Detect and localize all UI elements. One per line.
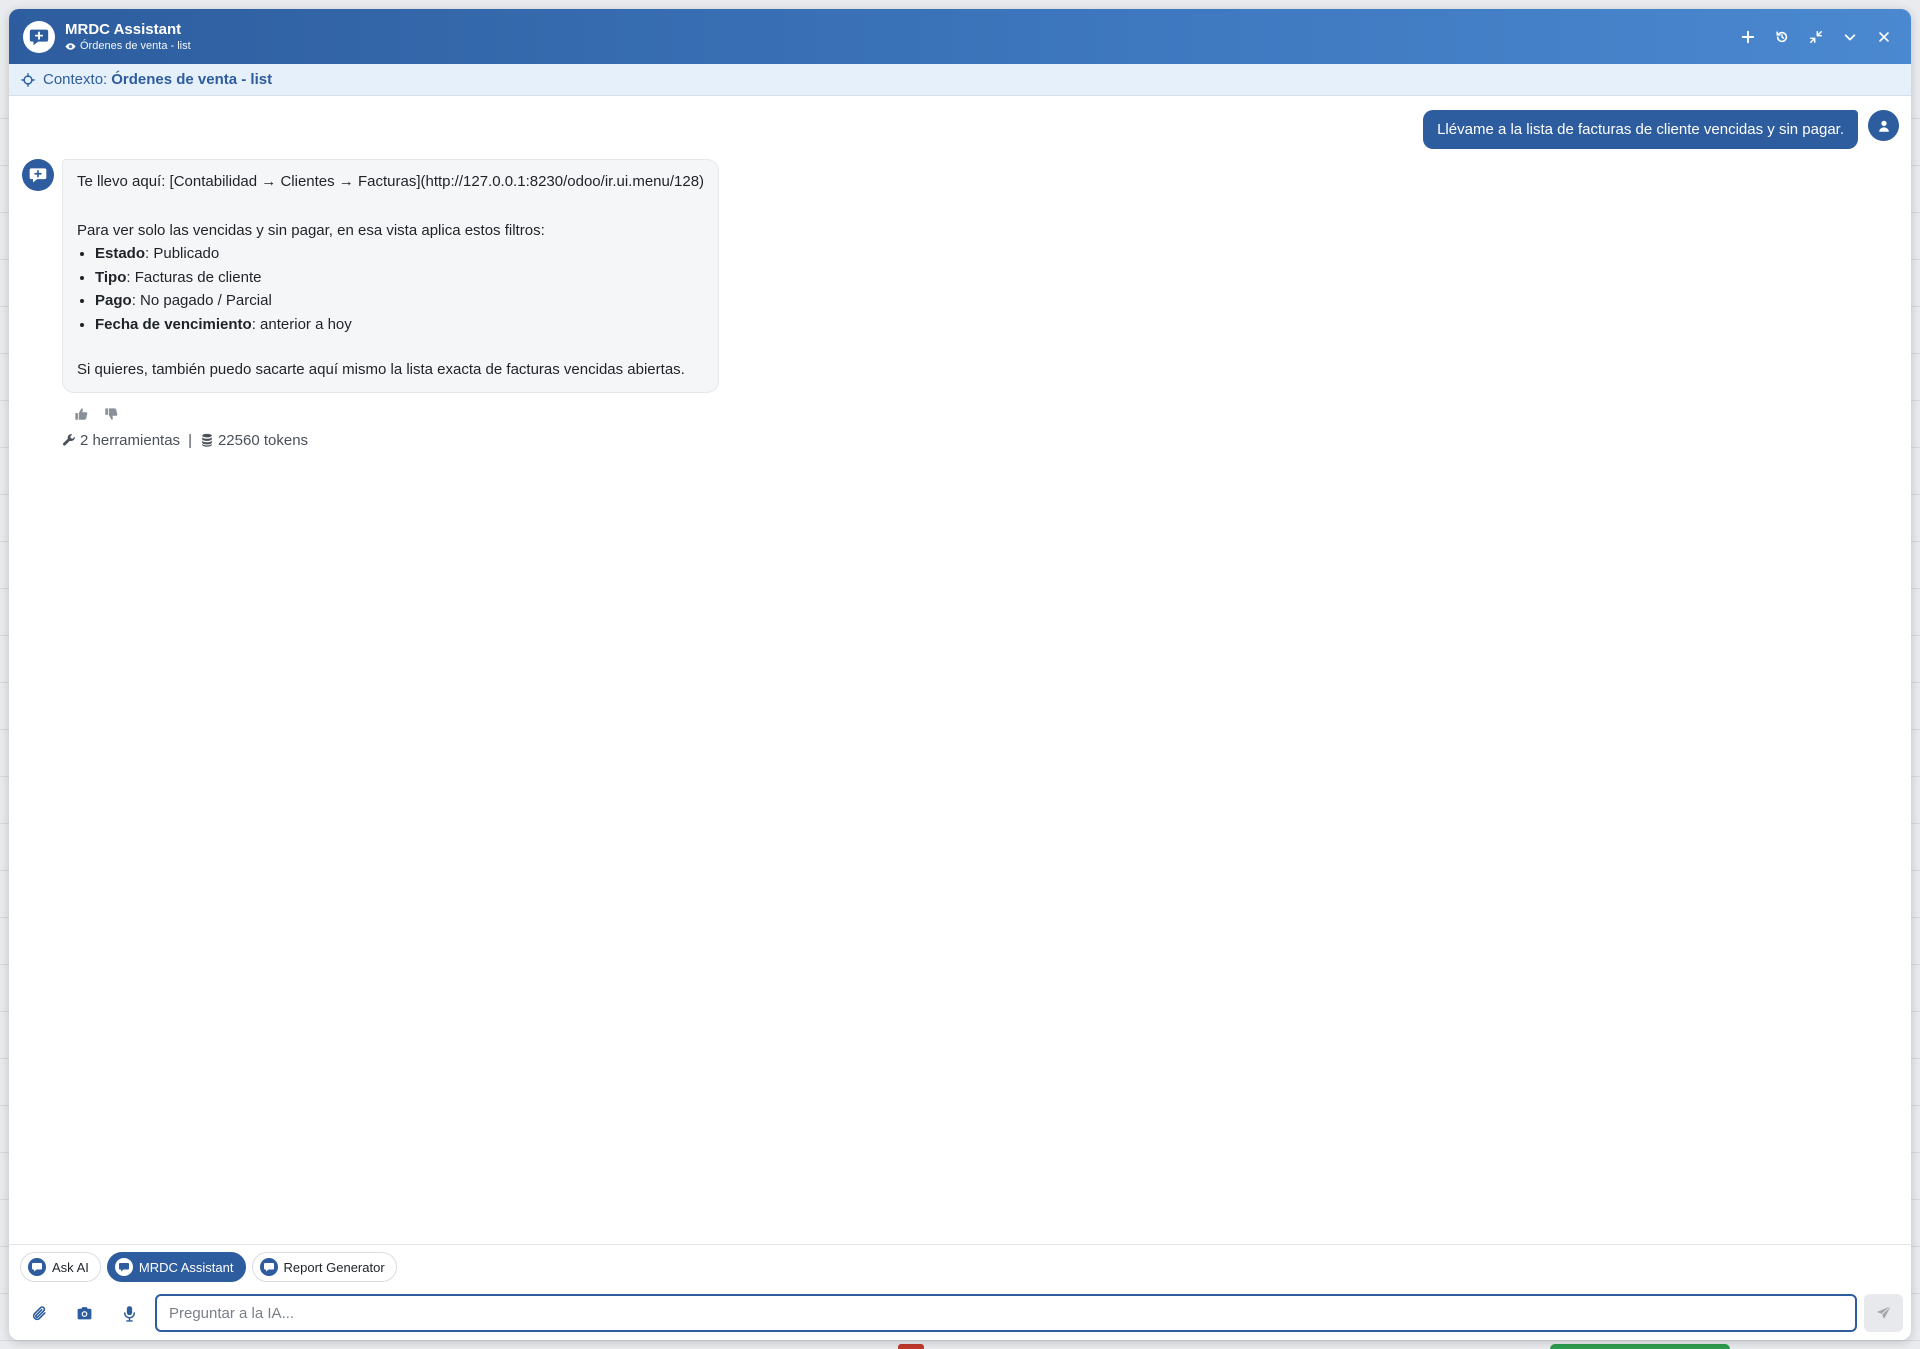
composer xyxy=(9,1292,1911,1334)
paperclip-icon xyxy=(32,1305,46,1320)
assistant-avatar xyxy=(22,159,54,191)
filter-key: Fecha de vencimiento xyxy=(95,315,252,333)
assistant-tab-report-generator[interactable]: Report Generator xyxy=(251,1252,397,1282)
assistant-window: MRDC Assistant Órdenes de venta - list C… xyxy=(9,9,1911,1340)
window-titlebar: MRDC Assistant Órdenes de venta - list xyxy=(9,9,1911,64)
chat-plus-icon xyxy=(259,1258,278,1276)
assistant-tab-mrdc-assistant[interactable]: MRDC Assistant xyxy=(106,1252,246,1282)
crosshair-icon xyxy=(21,72,35,87)
assistant-tab-ask-ai[interactable]: Ask AI xyxy=(20,1252,101,1282)
filter-item: Fecha de vencimiento: anterior a hoy xyxy=(95,315,704,335)
filter-value: : No pagado / Parcial xyxy=(131,292,272,309)
app-logo-icon xyxy=(23,20,55,53)
filter-item: Pago: No pagado / Parcial xyxy=(95,291,704,311)
chat-plus-icon xyxy=(114,1258,133,1276)
window-title: MRDC Assistant xyxy=(65,20,182,38)
screenshot-button[interactable] xyxy=(72,1301,96,1325)
chat-plus-icon xyxy=(28,1258,46,1276)
chat-plus-icon xyxy=(29,168,47,183)
thumbs-up-button[interactable] xyxy=(72,405,90,423)
assistant-tab-label: MRDC Assistant xyxy=(138,1259,234,1275)
eye-icon xyxy=(65,42,76,50)
user-message-bubble: Llévame a la lista de facturas de client… xyxy=(1423,110,1858,149)
thumbs-down-icon xyxy=(105,407,118,420)
assistant-intro-text: Para ver solo las vencidas y sin pagar, … xyxy=(77,221,545,239)
filter-item: Tipo: Facturas de cliente xyxy=(95,268,704,288)
voice-input-button[interactable] xyxy=(117,1301,141,1325)
filter-key: Pago xyxy=(95,292,132,309)
chevron-down-icon xyxy=(1844,33,1856,40)
plus-icon xyxy=(1741,30,1755,43)
assistant-link-line[interactable]: Te llevo aquí: [Contabilidad → Clientes … xyxy=(77,172,704,192)
user-message: Llévame a la lista de facturas de client… xyxy=(1423,110,1899,149)
thumbs-up-icon xyxy=(75,407,88,420)
composer-footer: Ask AI MRDC Assistant Report Generator xyxy=(9,1244,1911,1340)
feedback-buttons xyxy=(72,405,719,423)
close-icon xyxy=(1879,31,1889,42)
filter-key: Estado xyxy=(95,245,146,262)
background-button-green xyxy=(1550,1344,1730,1349)
tokens-count: 22560 tokens xyxy=(217,431,309,449)
assistant-tab-label: Report Generator xyxy=(283,1259,385,1275)
send-button[interactable] xyxy=(1864,1294,1903,1332)
filter-value: : Publicado xyxy=(145,245,220,262)
assistant-message-bubble: Te llevo aquí: [Contabilidad → Clientes … xyxy=(62,159,720,393)
assistant-tab-label: Ask AI xyxy=(52,1259,89,1275)
filter-list: Estado: Publicado Tipo: Facturas de clie… xyxy=(95,244,704,334)
filter-value: : anterior a hoy xyxy=(251,315,352,333)
send-icon xyxy=(1876,1305,1891,1319)
close-button[interactable] xyxy=(1873,26,1895,48)
meta-separator: | xyxy=(188,431,192,449)
attach-button[interactable] xyxy=(27,1301,51,1325)
chat-input[interactable] xyxy=(155,1294,1857,1332)
context-bar: Contexto: Órdenes de venta - list xyxy=(9,64,1911,96)
context-label: Contexto: xyxy=(43,71,108,88)
user-avatar xyxy=(1868,110,1899,141)
camera-icon xyxy=(77,1306,91,1319)
minimize-button[interactable] xyxy=(1839,26,1861,48)
tools-count: 2 herramientas xyxy=(80,431,181,449)
filter-item: Estado: Publicado xyxy=(95,244,704,264)
wrench-icon xyxy=(62,434,75,446)
window-subtitle: Órdenes de venta - list xyxy=(65,40,191,53)
database-icon xyxy=(202,433,212,447)
message-meta: 2 herramientas | 22560 tokens xyxy=(62,432,719,449)
window-subtitle-text: Órdenes de venta - list xyxy=(80,39,191,52)
assistant-closing-text: Si quieres, también puedo sacarte aquí m… xyxy=(77,361,685,378)
microphone-icon xyxy=(123,1305,135,1322)
compress-icon xyxy=(1810,30,1822,43)
thumbs-down-button[interactable] xyxy=(102,405,120,423)
background-badge-red xyxy=(898,1344,924,1349)
chat-area[interactable]: Llévame a la lista de facturas de client… xyxy=(9,96,1911,1244)
filter-key: Tipo xyxy=(95,268,127,286)
context-value: Órdenes de venta - list xyxy=(111,71,273,88)
assistant-switcher: Ask AI MRDC Assistant Report Generator xyxy=(20,1252,397,1282)
new-chat-button[interactable] xyxy=(1737,26,1759,48)
user-icon xyxy=(1878,120,1889,132)
assistant-message: Te llevo aquí: [Contabilidad → Clientes … xyxy=(22,159,720,449)
filter-value: : Facturas de cliente xyxy=(126,268,262,286)
history-icon xyxy=(1776,30,1788,42)
compress-button[interactable] xyxy=(1805,26,1827,48)
history-button[interactable] xyxy=(1771,26,1793,48)
